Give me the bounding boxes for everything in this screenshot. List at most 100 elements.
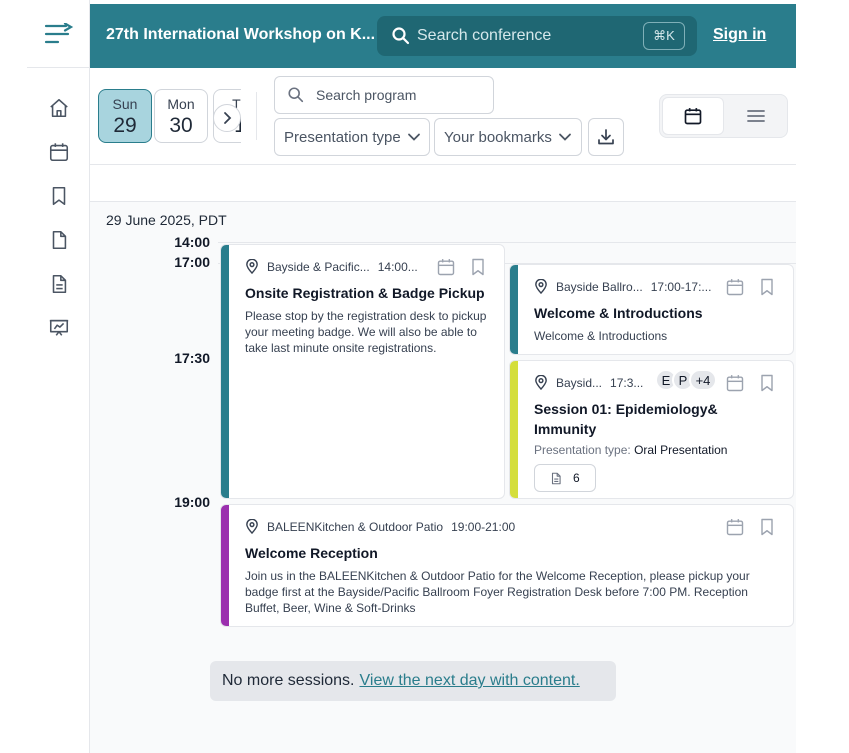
day-tab-mon-30[interactable]: Mon 30	[154, 89, 208, 143]
session-actions	[725, 277, 777, 297]
session-color-bar	[221, 245, 229, 498]
conference-search[interactable]: Search conference ⌘K	[377, 16, 697, 56]
session-description: Please stop by the registration desk to …	[245, 309, 487, 355]
next-days-button[interactable]	[213, 104, 241, 132]
session-title[interactable]: Welcome & Introductions	[534, 303, 784, 323]
session-meta: Bayside Ballro... 17:00-17:...	[534, 279, 719, 294]
bookmark-icon[interactable]	[757, 277, 777, 297]
day-name: Mon	[167, 96, 195, 112]
documents-count-chip[interactable]: 6	[534, 464, 596, 492]
search-icon	[392, 27, 410, 45]
document-icon	[52, 230, 66, 250]
location-pin-icon	[535, 279, 547, 294]
no-more-sessions-banner: No more sessions. View the next day with…	[210, 661, 616, 701]
presentation-type-value: Oral Presentation	[634, 443, 728, 457]
sidebar-nav	[27, 86, 90, 350]
bookmark-icon[interactable]	[757, 517, 777, 537]
chevron-down-icon	[407, 133, 420, 141]
session-meta: BALEENKitchen & Outdoor Patio 19:00-21:0…	[245, 519, 545, 534]
session-location: BALEENKitchen & Outdoor Patio	[267, 519, 444, 534]
presentation-chart-icon	[49, 319, 68, 336]
grid-line	[218, 242, 796, 243]
toolbar-divider	[256, 92, 257, 140]
search-icon	[288, 87, 304, 103]
session-time: 17:00-17:...	[650, 279, 712, 294]
time-label-1730: 17:30	[174, 350, 210, 366]
session-title[interactable]: Welcome Reception	[245, 543, 745, 563]
session-time: 19:00-21:00	[451, 519, 516, 534]
conference-title[interactable]: 27th International Workshop on K...	[106, 26, 378, 44]
session-color-bar	[510, 265, 518, 354]
bookmark-icon	[52, 186, 65, 206]
search-shortcut-badge: ⌘K	[643, 22, 685, 50]
session-location: Baysid...	[556, 375, 603, 390]
program-search-input[interactable]: Search program	[274, 76, 494, 114]
documents-count: 6	[573, 471, 580, 485]
conference-search-placeholder: Search conference	[417, 27, 552, 44]
session-time: 14:00...	[377, 259, 418, 274]
list-view-button[interactable]	[726, 97, 786, 135]
add-to-calendar-icon[interactable]	[436, 257, 456, 277]
time-label-1400: 14:00	[174, 234, 210, 250]
menu-toggle-button[interactable]	[27, 0, 90, 68]
calendar-icon	[684, 108, 702, 125]
session-meta: Bayside & Pacific... 14:00...	[245, 259, 425, 274]
day-date: 30	[169, 114, 193, 137]
sidebar-item-program[interactable]	[27, 130, 90, 174]
day-name: Sun	[112, 96, 138, 112]
session-color-bar	[510, 361, 518, 498]
session-description: Join us in the BALEENKitchen & Outdoor P…	[245, 569, 750, 615]
document-icon	[551, 472, 561, 484]
session-title[interactable]: Session 01: Epidemiology& Immunity	[534, 399, 744, 439]
sidebar-item-bookmarks[interactable]	[27, 174, 90, 218]
add-to-calendar-icon[interactable]	[725, 517, 745, 537]
download-icon	[598, 129, 614, 145]
home-icon	[49, 98, 68, 118]
schedule-date-label: 29 June 2025, PDT	[106, 212, 227, 228]
session-card[interactable]: BALEENKitchen & Outdoor Patio 19:00-21:0…	[220, 504, 794, 627]
more-speakers-badge: +4	[689, 369, 717, 391]
day-tab-sun-29[interactable]: Sun 29	[98, 89, 152, 143]
sign-in-link[interactable]: Sign in	[713, 26, 766, 44]
sidebar-item-abstracts[interactable]	[27, 262, 90, 306]
session-card[interactable]: Baysid... 17:3... E P +4 Session 01: Epi…	[509, 360, 794, 499]
session-description: Welcome & Introductions	[534, 329, 668, 343]
speaker-avatars[interactable]: E P +4	[655, 369, 717, 391]
session-actions	[436, 257, 488, 277]
session-color-bar	[221, 505, 229, 626]
schedule-area: 29 June 2025, PDT 14:00 17:00 17:30 19:0…	[90, 202, 796, 753]
next-day-link[interactable]: View the next day with content.	[360, 672, 580, 690]
time-label-1900: 19:00	[174, 494, 210, 510]
presentation-type-dropdown[interactable]: Presentation type	[274, 118, 430, 156]
calendar-view-button[interactable]	[662, 97, 724, 135]
sidebar-item-documents[interactable]	[27, 218, 90, 262]
session-type: Presentation type: Oral Presentation	[534, 442, 784, 458]
document-text-icon	[52, 274, 66, 294]
session-actions	[725, 517, 777, 537]
bookmark-icon[interactable]	[468, 257, 488, 277]
presentation-type-label: Presentation type	[284, 128, 401, 146]
add-to-calendar-icon[interactable]	[725, 277, 745, 297]
bookmark-icon[interactable]	[757, 373, 777, 393]
add-to-calendar-icon[interactable]	[725, 373, 745, 393]
presentation-type-label: Presentation type:	[534, 443, 631, 457]
location-pin-icon	[535, 375, 547, 390]
sidebar-item-home[interactable]	[27, 86, 90, 130]
menu-arrow-icon	[44, 22, 73, 43]
sidebar-item-presentations[interactable]	[27, 306, 90, 350]
calendar-icon	[49, 143, 68, 162]
download-button[interactable]	[588, 118, 624, 156]
session-card[interactable]: Bayside Ballro... 17:00-17:... Welcome &…	[509, 264, 794, 355]
bookmarks-dropdown[interactable]: Your bookmarks	[434, 118, 582, 156]
session-meta: Baysid... 17:3...	[534, 375, 654, 390]
session-title[interactable]: Onsite Registration & Badge Pickup	[245, 283, 495, 303]
time-label-1700: 17:00	[174, 254, 210, 270]
bookmarks-label: Your bookmarks	[444, 128, 552, 146]
no-more-sessions-text: No more sessions.	[222, 672, 355, 689]
session-actions	[725, 373, 777, 393]
location-pin-icon	[246, 519, 258, 534]
session-card[interactable]: Bayside & Pacific... 14:00... Onsite Reg…	[220, 244, 505, 499]
chevron-right-icon	[224, 112, 232, 124]
program-toolbar: Sun 29 Mon 30 Tu 1 Search program Presen…	[90, 68, 796, 165]
location-pin-icon	[246, 259, 258, 274]
